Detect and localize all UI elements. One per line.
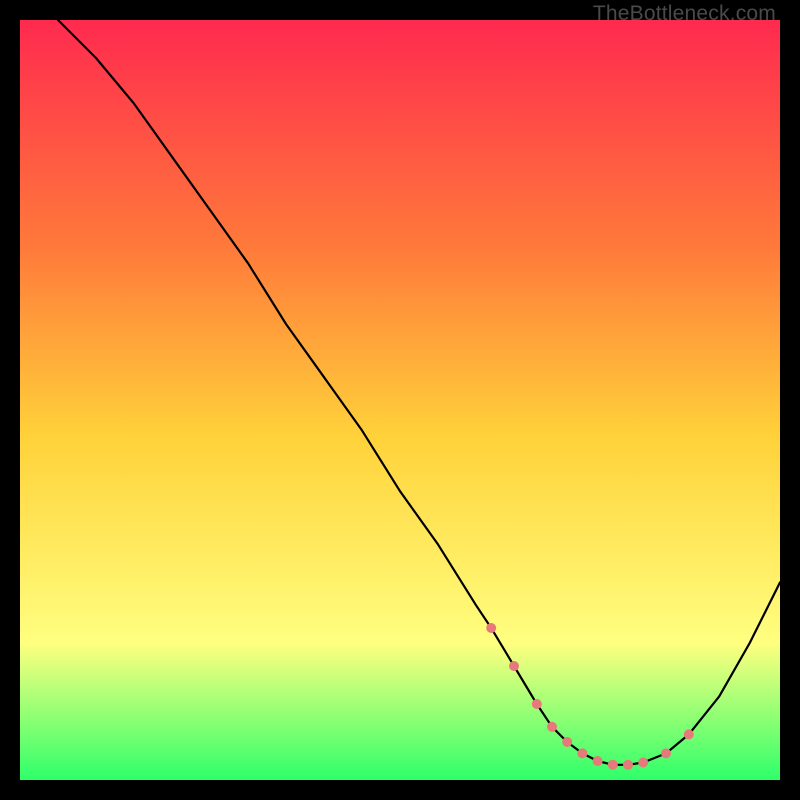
highlight-dot <box>532 699 542 709</box>
watermark-text: TheBottleneck.com <box>593 2 776 26</box>
highlight-dot <box>608 760 618 770</box>
chart-frame <box>20 20 780 780</box>
gradient-background <box>20 20 780 780</box>
highlight-dot <box>547 722 557 732</box>
highlight-dot <box>562 737 572 747</box>
highlight-dot <box>638 758 648 768</box>
plot-svg <box>20 20 780 780</box>
highlight-dot <box>577 748 587 758</box>
highlight-dot <box>509 661 519 671</box>
highlight-dot <box>593 756 603 766</box>
highlight-dot <box>684 729 694 739</box>
highlight-dot <box>623 760 633 770</box>
highlight-dot <box>486 623 496 633</box>
highlight-dot <box>661 748 671 758</box>
